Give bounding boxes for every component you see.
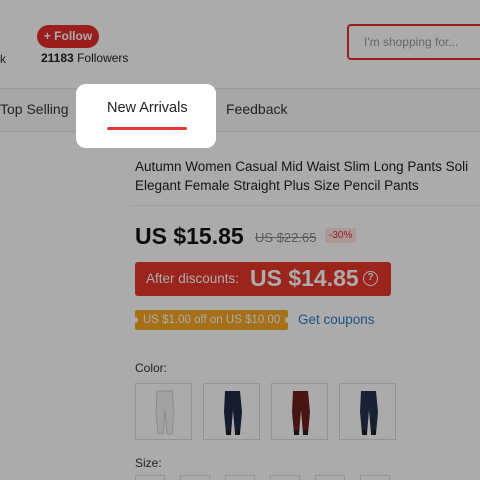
after-discount-price: US $14.85 [250, 265, 359, 291]
help-icon[interactable]: ? [363, 271, 378, 286]
size-option[interactable] [315, 475, 345, 480]
color-swatch-navy[interactable] [203, 383, 260, 440]
size-option[interactable] [180, 475, 210, 480]
after-discount-label: After discounts: [146, 271, 240, 286]
store-search-box[interactable] [347, 24, 480, 60]
pants-wine-icon [292, 391, 310, 435]
size-option[interactable] [360, 475, 390, 480]
color-swatch-wine[interactable] [271, 383, 328, 440]
follow-button[interactable]: + Follow [37, 25, 99, 48]
coupon-tag: US $1.00 off on US $10.00 [131, 310, 292, 330]
followers-count: 21183 Followers [41, 51, 128, 65]
size-option[interactable] [225, 475, 255, 480]
pants-white-icon [155, 390, 175, 435]
get-coupons-link[interactable]: Get coupons [298, 312, 375, 327]
size-option[interactable] [135, 475, 165, 480]
pants-dark-blue-icon [360, 391, 378, 435]
store-page: k + Follow 21183 Followers Top Selling F… [0, 0, 480, 480]
color-label: Color: [135, 361, 168, 375]
store-name-fragment: k [0, 52, 6, 66]
product-title-line-2: Elegant Female Straight Plus Size Pencil… [135, 178, 419, 193]
product-title-line-1: Autumn Women Casual Mid Waist Slim Long … [135, 159, 469, 174]
product-price: US $15.85 [135, 223, 244, 249]
pants-navy-icon [224, 391, 242, 435]
tab-feedback[interactable]: Feedback [226, 101, 287, 117]
followers-label: Followers [77, 51, 129, 65]
search-input[interactable] [349, 26, 480, 58]
after-discount-banner: After discounts: US $14.85 ? [135, 262, 391, 296]
color-swatch-dark-blue[interactable] [339, 383, 396, 440]
store-nav: Top Selling Feedback [0, 88, 480, 132]
tab-top-selling[interactable]: Top Selling [0, 101, 69, 117]
size-option[interactable] [270, 475, 300, 480]
tab-new-arrivals[interactable]: New Arrivals [76, 84, 216, 148]
tab-new-arrivals-label: New Arrivals [107, 100, 188, 116]
product-title: Autumn Women Casual Mid Waist Slim Long … [135, 157, 480, 195]
store-header: k + Follow 21183 Followers [0, 0, 480, 88]
followers-number: 21183 [41, 51, 74, 65]
color-swatch-white[interactable] [135, 383, 192, 440]
size-label: Size: [135, 456, 162, 470]
discount-badge: -30% [325, 228, 357, 243]
original-price: US $22.65 [255, 230, 317, 245]
active-tab-underline [107, 127, 187, 130]
divider [130, 205, 480, 206]
